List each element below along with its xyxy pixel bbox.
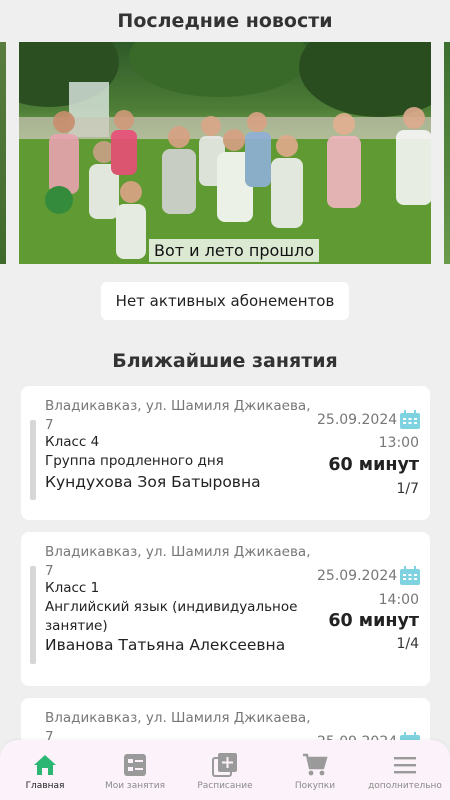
calendar-icon[interactable] (399, 566, 421, 586)
slide-caption: Вот и лето прошло (149, 239, 319, 262)
next-slide-peek[interactable] (444, 42, 450, 264)
lesson-subject: Группа продленного дня (45, 453, 224, 469)
calendar-icon[interactable] (399, 410, 421, 430)
news-carousel[interactable]: Вот и лето прошло (0, 42, 450, 264)
subscriptions-status[interactable]: Нет активных абонементов (101, 282, 349, 320)
tab-label: Расписание (197, 781, 253, 791)
news-photo (19, 42, 431, 264)
tab-label: Мои занятия (104, 781, 166, 791)
lesson-teacher: Кундухова Зоя Батыровна (45, 473, 261, 491)
lesson-class: Класс 4 (45, 434, 100, 450)
lesson-date: 25.09.2024 (317, 412, 398, 428)
tab-home[interactable]: Главная (0, 740, 90, 800)
tab-my-lessons[interactable]: Мои занятия (90, 740, 180, 800)
lesson-date: 25.09.2024 (317, 568, 398, 584)
bottom-tab-bar: Главная Мои занятия Расписание Покупки д… (0, 740, 450, 800)
upcoming-section-title: Ближайшие занятия (112, 350, 338, 372)
lesson-duration: 60 минут (328, 455, 419, 475)
lesson-attendance-count: 1/4 (396, 636, 419, 652)
cart-icon (303, 753, 328, 776)
tab-more[interactable]: дополнительно (360, 740, 450, 800)
lesson-teacher: Иванова Татьяна Алексеевна (45, 636, 286, 654)
lesson-time: 14:00 (378, 592, 419, 608)
tab-schedule[interactable]: Расписание (180, 740, 270, 800)
menu-icon (394, 757, 416, 774)
news-section-title: Последние новости (117, 10, 333, 32)
lesson-accent-bar (30, 566, 36, 664)
home-icon (34, 755, 56, 775)
lesson-address: Владикавказ, ул. Шамиля Джикаева, 7 (45, 398, 311, 433)
tab-label: дополнительно (368, 781, 442, 791)
lesson-card[interactable]: Владикавказ, ул. Шамиля Джикаева, 7 Клас… (21, 532, 430, 686)
news-slide[interactable]: Вот и лето прошло (19, 42, 431, 264)
lesson-subject: Английский язык (индивидуальное занятие) (45, 599, 298, 634)
list-icon (124, 754, 146, 776)
tab-purchases[interactable]: Покупки (270, 740, 360, 800)
add-schedule-icon (212, 753, 237, 777)
tab-label: Главная (25, 781, 65, 791)
lesson-attendance-count: 1/7 (396, 481, 419, 497)
previous-slide-peek[interactable] (0, 42, 6, 264)
tab-label: Покупки (294, 781, 336, 791)
lesson-duration: 60 минут (328, 611, 419, 631)
lesson-accent-bar (30, 420, 36, 500)
lesson-time: 13:00 (378, 435, 419, 451)
lesson-class: Класс 1 (45, 580, 100, 596)
lesson-card[interactable]: Владикавказ, ул. Шамиля Джикаева, 7 Клас… (21, 386, 430, 520)
lesson-address: Владикавказ, ул. Шамиля Джикаева, 7 (45, 544, 311, 579)
